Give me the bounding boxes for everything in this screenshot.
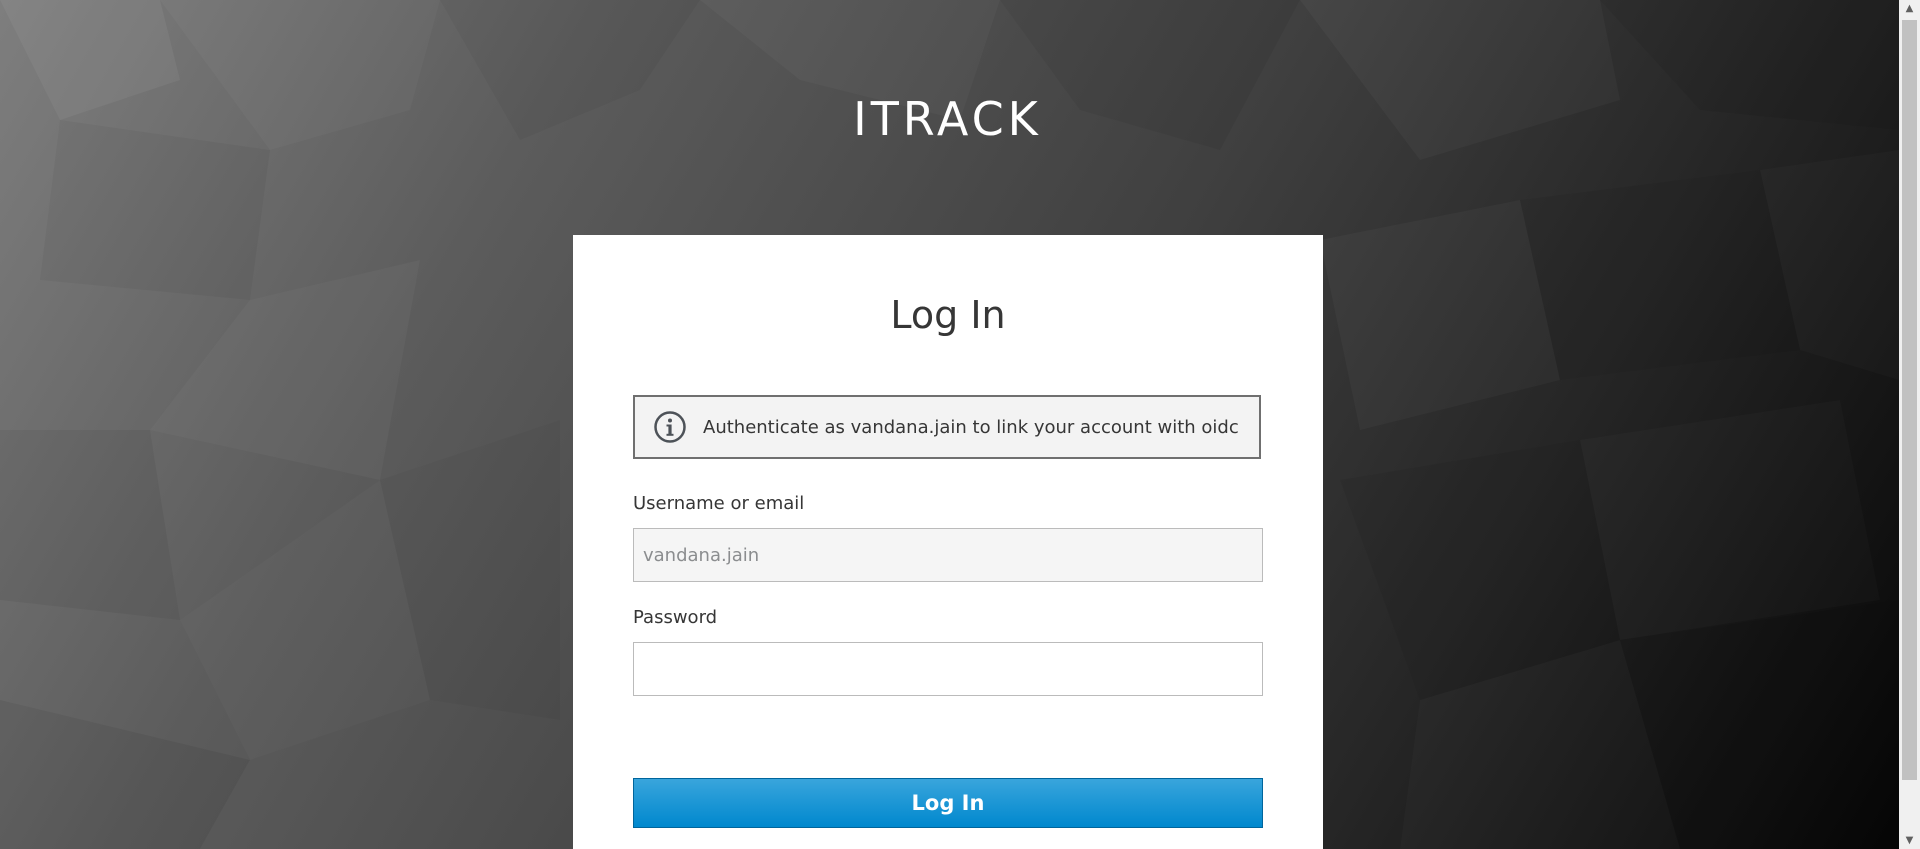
login-button[interactable]: Log In: [633, 778, 1263, 828]
username-label: Username or email: [633, 493, 805, 514]
info-alert-message: Authenticate as vandana.jain to link you…: [703, 416, 1239, 438]
info-alert: Authenticate as vandana.jain to link you…: [633, 395, 1261, 459]
vertical-scrollbar[interactable]: ▲ ▼: [1899, 0, 1920, 849]
brand-title: ITRACK: [853, 92, 1042, 146]
scroll-down-arrow-icon[interactable]: ▼: [1899, 832, 1920, 849]
login-card: Log In Authenticate as vandana.jain to l…: [573, 235, 1323, 849]
password-label: Password: [633, 607, 718, 628]
info-circle-icon: [654, 411, 686, 443]
scrollbar-thumb[interactable]: [1902, 20, 1917, 780]
password-field[interactable]: [633, 642, 1263, 696]
scroll-up-arrow-icon[interactable]: ▲: [1899, 0, 1920, 17]
username-field[interactable]: [633, 528, 1263, 582]
page-title: Log In: [890, 293, 1006, 337]
